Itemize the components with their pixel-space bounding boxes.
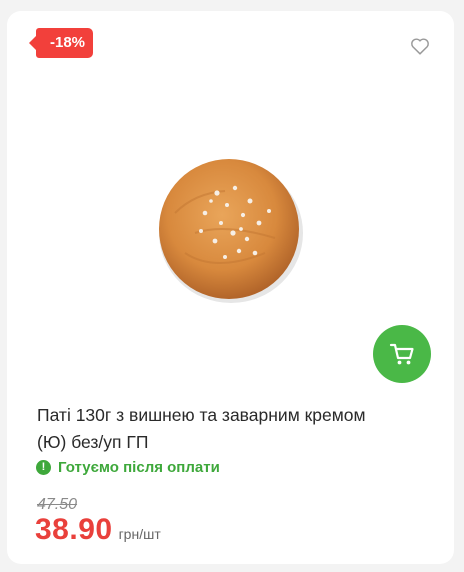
price-unit: грн/шт	[118, 526, 161, 542]
heart-icon[interactable]	[409, 35, 431, 57]
product-title-line: Паті 130г з вишнею та заварним кремом	[37, 405, 366, 425]
cart-icon	[389, 343, 414, 365]
add-to-cart-button[interactable]	[373, 325, 431, 383]
product-card[interactable]: -18% Паті 130г з вишнею та заварним крем…	[7, 11, 454, 564]
exclamation-circle-icon: !	[36, 460, 51, 475]
preparation-status: ! Готуємо після оплати	[36, 459, 220, 476]
discount-badge: -18%	[28, 28, 94, 58]
price-row: 38.90 грн/шт	[35, 513, 161, 547]
old-price: 47.50	[37, 496, 78, 513]
status-text: Готуємо після оплати	[58, 459, 220, 476]
product-title[interactable]: Паті 130г з вишнею та заварним кремом (Ю…	[37, 402, 437, 456]
product-title-line: (Ю) без/уп ГП	[37, 432, 149, 452]
current-price: 38.90	[35, 513, 113, 546]
product-image	[159, 159, 303, 303]
